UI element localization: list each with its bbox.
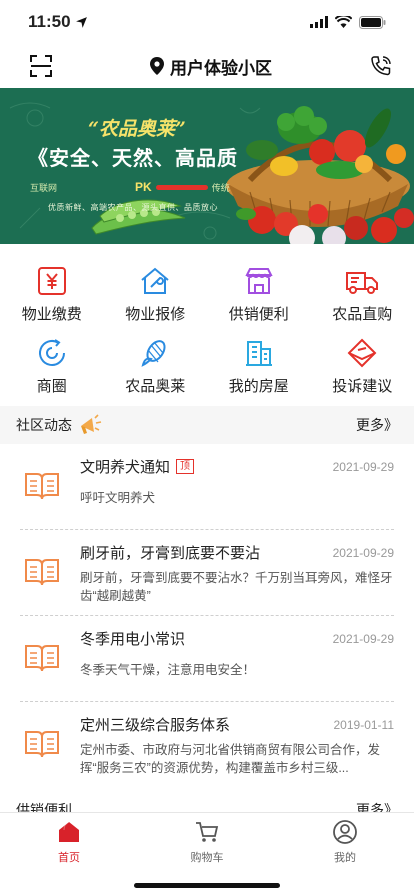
refresh-circle-icon bbox=[34, 336, 70, 369]
community-name: 用户体验小区 bbox=[170, 58, 272, 78]
news-item[interactable]: 文明养犬通知 顶 2021-09-29 呼吁文明养犬 bbox=[20, 444, 394, 530]
bottom-tab-bar: 首页 购物车 我的 bbox=[0, 812, 414, 896]
tab-label: 首页 bbox=[58, 852, 80, 864]
battery-icon bbox=[359, 15, 386, 29]
news-summary: 呼吁文明养犬 bbox=[80, 491, 156, 505]
scan-icon[interactable] bbox=[30, 55, 52, 77]
open-book-icon bbox=[25, 559, 59, 586]
news-title: 冬季用电小常识 bbox=[80, 631, 186, 648]
news-title: 定州三级综合服务体系 bbox=[80, 717, 231, 734]
menu-item-business-circle[interactable]: 商圈 bbox=[0, 336, 104, 396]
menu-label: 商圈 bbox=[36, 378, 67, 395]
news-date: 2021-09-29 bbox=[332, 459, 394, 474]
news-title: 刷牙前，牙膏到底要不要沾 bbox=[80, 545, 261, 562]
community-news-list: 文明养犬通知 顶 2021-09-29 呼吁文明养犬 刷牙前，牙膏到底要不要沾 … bbox=[0, 444, 414, 788]
news-title-row: 文明养犬通知 顶 bbox=[80, 456, 195, 477]
news-item[interactable]: 定州三级综合服务体系 2019-01-11 定州市委、市政府与河北省供销商贸有限… bbox=[20, 702, 394, 788]
banner-pk-bar bbox=[155, 184, 208, 190]
banner-pk-right: 传统 bbox=[211, 182, 230, 193]
envelope-icon bbox=[344, 336, 380, 369]
menu-item-property-fee[interactable]: 物业缴费 bbox=[0, 264, 104, 324]
banner-subtitle: 优质新鲜、高端农产品、源头直供、品质放心 bbox=[48, 203, 218, 212]
open-book-icon bbox=[25, 731, 59, 758]
menu-item-supply[interactable]: 供销便利 bbox=[207, 264, 311, 324]
news-title: 文明养犬通知 bbox=[80, 459, 171, 476]
building-icon bbox=[241, 336, 277, 369]
news-date: 2021-09-29 bbox=[332, 545, 394, 560]
signal-icon bbox=[310, 16, 328, 28]
cart-icon bbox=[196, 822, 219, 842]
banner-slogan: 《安全、天然、高品质 bbox=[28, 146, 238, 170]
home-indicator bbox=[134, 883, 280, 888]
community-selector[interactable]: 用户体验小区 bbox=[150, 54, 272, 79]
open-book-icon bbox=[25, 473, 59, 500]
banner-title: “农品奥莱” bbox=[88, 118, 186, 140]
wifi-icon bbox=[335, 16, 352, 28]
menu-label: 物业报修 bbox=[125, 306, 186, 323]
menu-item-direct-purchase[interactable]: 农品直购 bbox=[311, 264, 414, 324]
community-news-title: 社区动态 bbox=[16, 417, 72, 433]
delivery-truck-icon bbox=[344, 264, 380, 297]
menu-label: 投诉建议 bbox=[332, 378, 393, 395]
home-icon bbox=[59, 821, 79, 842]
house-wrench-icon bbox=[137, 264, 173, 297]
pinned-badge: 顶 bbox=[176, 459, 195, 474]
news-summary: 冬季天气干燥，注意用电安全！ bbox=[80, 663, 256, 677]
tab-label: 购物车 bbox=[190, 852, 224, 864]
banner-pk-row: 互联网 PK 传统 bbox=[30, 180, 230, 194]
news-title-row: 冬季用电小常识 bbox=[80, 628, 185, 649]
yuan-receipt-icon bbox=[34, 264, 70, 297]
news-date: 2021-09-29 bbox=[332, 631, 394, 646]
phone-call-icon[interactable] bbox=[370, 55, 392, 77]
store-icon bbox=[241, 264, 277, 297]
menu-label: 农品直购 bbox=[332, 306, 393, 323]
top-nav-bar: 用户体验小区 bbox=[0, 44, 414, 88]
menu-label: 农品奥莱 bbox=[125, 378, 186, 395]
clock: 11:50 bbox=[28, 12, 71, 31]
section-title: 社区动态 bbox=[16, 414, 102, 436]
service-menu-grid: 物业缴费 物业报修 供销便利 农品直购 商圈 农品奥莱 我的房屋 投诉建议 bbox=[0, 264, 414, 396]
news-item[interactable]: 刷牙前，牙膏到底要不要沾 2021-09-29 刷牙前，牙膏到底要不要沾水？千万… bbox=[20, 530, 394, 616]
menu-item-outlets[interactable]: 农品奥莱 bbox=[104, 336, 208, 396]
menu-item-complaint[interactable]: 投诉建议 bbox=[311, 336, 414, 396]
user-icon bbox=[333, 820, 357, 844]
tab-label: 我的 bbox=[334, 852, 356, 864]
location-arrow-icon bbox=[75, 16, 87, 28]
promo-banner[interactable]: “农品奥莱” 《安全、天然、高品质 互联网 PK 传统 优质新鲜、高端农产品、源… bbox=[0, 88, 414, 244]
news-title-row: 刷牙前，牙膏到底要不要沾 bbox=[80, 542, 260, 563]
news-item[interactable]: 冬季用电小常识 2021-09-29 冬季天气干燥，注意用电安全！ bbox=[20, 616, 394, 702]
status-indicators bbox=[310, 15, 386, 29]
news-summary: 刷牙前，牙膏到底要不要沾水？千万别当耳旁风，难怪牙齿“越刷越黄” bbox=[80, 571, 393, 603]
menu-item-repair[interactable]: 物业报修 bbox=[104, 264, 208, 324]
news-date: 2019-01-11 bbox=[333, 717, 395, 732]
corn-icon bbox=[137, 336, 173, 369]
tab-profile[interactable]: 我的 bbox=[276, 813, 414, 896]
community-news-header: 社区动态 更多》 bbox=[0, 406, 414, 444]
menu-label: 我的房屋 bbox=[228, 378, 289, 395]
tab-home[interactable]: 首页 bbox=[0, 813, 138, 896]
menu-item-my-house[interactable]: 我的房屋 bbox=[207, 336, 311, 396]
status-bar: 11:50 bbox=[0, 0, 414, 44]
status-time: 11:50 bbox=[28, 12, 88, 32]
menu-label: 物业缴费 bbox=[21, 306, 82, 323]
menu-label: 供销便利 bbox=[228, 306, 289, 323]
location-pin-icon bbox=[150, 57, 164, 75]
community-news-more-link[interactable]: 更多》 bbox=[356, 415, 398, 435]
news-summary: 定州市委、市政府与河北省供销商贸有限公司合作，发挥“服务三农”的资源优势，构建覆… bbox=[80, 743, 381, 775]
open-book-icon bbox=[25, 645, 59, 672]
banner-pk: PK bbox=[135, 180, 152, 194]
banner-pk-left: 互联网 bbox=[30, 182, 58, 193]
megaphone-icon bbox=[81, 414, 102, 434]
news-title-row: 定州三级综合服务体系 bbox=[80, 714, 230, 735]
